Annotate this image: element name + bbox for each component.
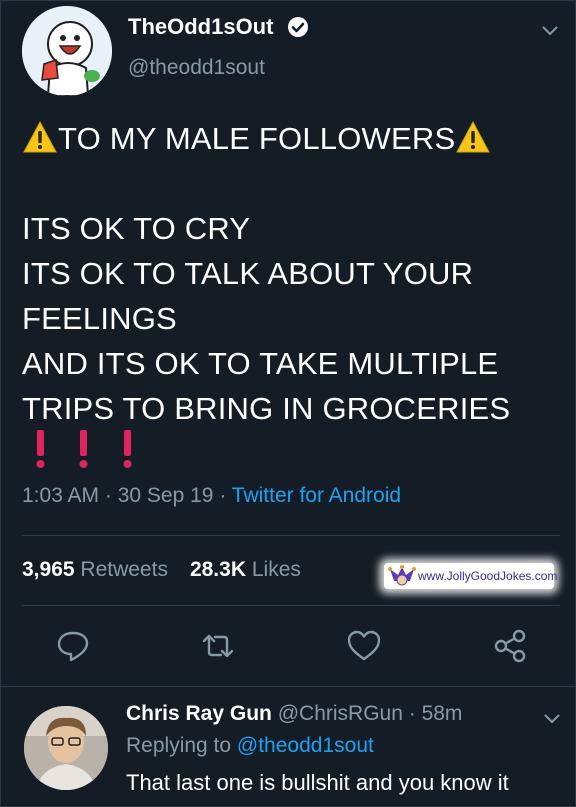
chevron-down-icon[interactable]: [540, 24, 560, 38]
warning-text: TO MY MALE FOLLOWERS: [58, 121, 456, 156]
replying-to: Replying to @theodd1sout: [126, 734, 374, 757]
warning-line: TO MY MALE FOLLOWERS: [22, 116, 562, 161]
watermark: www.JollyGoodJokes.com: [384, 563, 558, 589]
reply-time: 58m: [421, 702, 463, 725]
tweet-line: TRIPS TO BRING IN GROCERIES: [22, 391, 511, 426]
warning-icon: [23, 120, 57, 153]
exclamation-marks-icon: [36, 430, 132, 468]
tweet-timestamp: 1:03 AM · 30 Sep 19 · Twitter for Androi…: [22, 484, 402, 507]
replying-to-link[interactable]: @theodd1sout: [237, 734, 374, 757]
tweet-source-link[interactable]: Twitter for Android: [232, 484, 401, 507]
tweet-text: TO MY MALE FOLLOWERS ITS OK TO CRY ITS O…: [22, 116, 562, 431]
likes-stat[interactable]: 28.3K Likes: [190, 558, 301, 581]
watermark-text: www.JollyGoodJokes.com: [418, 569, 558, 583]
tweet-stats: 3,965 Retweets 28.3K Likes: [22, 558, 301, 582]
tweet-line: ITS OK TO TALK ABOUT YOUR: [22, 256, 474, 291]
share-icon[interactable]: [492, 628, 528, 664]
tweet-line: AND ITS OK TO TAKE MULTIPLE: [22, 346, 499, 381]
reply-icon[interactable]: [55, 628, 91, 664]
reply-handle[interactable]: @ChrisRGun: [278, 702, 403, 725]
author-display-name[interactable]: TheOdd1sOut: [128, 14, 273, 40]
like-icon[interactable]: [346, 628, 382, 664]
author-handle[interactable]: @theodd1sout: [128, 56, 265, 80]
tweet-line: FEELINGS: [22, 301, 177, 336]
tweet-line: ITS OK TO CRY: [22, 211, 251, 246]
reply-author-avatar[interactable]: [24, 706, 108, 790]
jester-logo-icon: [388, 565, 416, 586]
reply-display-name[interactable]: Chris Ray Gun: [126, 702, 272, 725]
warning-icon: [456, 120, 491, 153]
chevron-down-icon[interactable]: [542, 712, 562, 726]
divider: [22, 605, 560, 606]
divider: [22, 535, 560, 536]
reply-header: Chris Ray Gun @ChrisRGun · 58m: [126, 702, 463, 725]
reply-text: That last one is bullshit and you know i…: [126, 770, 509, 795]
author-avatar[interactable]: [22, 6, 112, 96]
verified-badge-icon: [288, 17, 308, 37]
retweet-icon[interactable]: [200, 628, 236, 664]
divider: [0, 686, 576, 687]
retweets-stat[interactable]: 3,965 Retweets: [22, 558, 168, 581]
